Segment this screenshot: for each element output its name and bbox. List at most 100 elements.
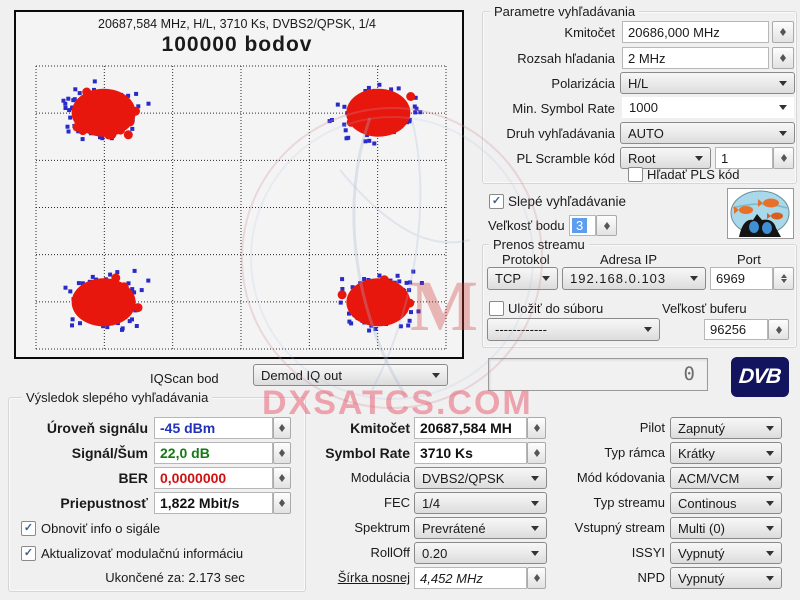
pilot-label: Pilot — [545, 420, 665, 435]
signal-level-spinner[interactable] — [273, 417, 291, 439]
signal-level-field[interactable]: -45 dBm — [154, 417, 273, 439]
ber-spinner[interactable] — [273, 467, 291, 489]
iqscan-select[interactable]: Demod IQ out — [253, 364, 448, 386]
point-size-field[interactable]: 3 — [569, 215, 596, 236]
chevron-down-icon — [766, 426, 774, 435]
chevron-down-icon — [432, 373, 440, 382]
refresh-info-checkbox[interactable] — [21, 521, 36, 536]
chevron-down-icon — [690, 276, 698, 285]
chevron-down-icon — [766, 526, 774, 535]
search-pls-label: Hľadať PLS kód — [647, 167, 740, 182]
chevron-down-icon — [695, 156, 703, 165]
file-select[interactable]: ------------ — [487, 318, 660, 341]
symbol-rate-value: 3710 Ks — [420, 445, 473, 461]
bandwidth-spinner[interactable] — [527, 567, 546, 589]
blind-search-checkbox[interactable] — [489, 194, 504, 209]
throughput-spinner[interactable] — [273, 492, 291, 514]
buffer-size-label: Veľkosť buferu — [662, 301, 747, 316]
fec-label: FEC — [295, 495, 410, 510]
update-modulation-label: Aktualizovať modulačnú informáciu — [41, 546, 243, 561]
port-label: Port — [737, 252, 761, 267]
chevron-down-icon — [766, 501, 774, 510]
chevron-down-icon — [779, 131, 787, 140]
chevron-down-icon — [531, 476, 539, 485]
ip-label: Adresa IP — [600, 252, 657, 267]
freq-spinner[interactable] — [772, 21, 794, 43]
freq-field[interactable]: 20686,000 MHz — [622, 21, 769, 43]
ip-select[interactable]: 192.168.0.103 — [562, 267, 706, 290]
range-label: Rozsah hľadania — [482, 51, 615, 66]
input-stream-value: Multi (0) — [678, 521, 725, 536]
stream-type-value: Continous — [678, 496, 737, 511]
port-field[interactable]: 6969 — [710, 267, 773, 290]
range-spinner[interactable] — [772, 47, 794, 69]
issyi-select[interactable]: Vypnutý — [670, 542, 782, 564]
port-spinner[interactable] — [773, 267, 794, 290]
chevron-down-icon — [766, 551, 774, 560]
search-pls-checkbox[interactable] — [628, 167, 643, 182]
npd-label: NPD — [545, 570, 665, 585]
protocol-select[interactable]: TCP — [487, 267, 558, 290]
range-value: 2 MHz — [628, 51, 666, 66]
npd-value: Vypnutý — [678, 571, 725, 586]
chevron-down-icon — [542, 276, 550, 285]
spectrum-select[interactable]: Prevrátené — [414, 517, 547, 539]
finished-time-text: Ukončené za: 2.173 sec — [70, 570, 280, 585]
polarization-label: Polarizácia — [482, 76, 615, 91]
bandwidth-field[interactable]: 4,452 MHz — [414, 567, 527, 589]
snr-field[interactable]: 22,0 dB — [154, 442, 273, 464]
snr-spinner[interactable] — [273, 442, 291, 464]
fec-select[interactable]: 1/4 — [414, 492, 547, 514]
npd-select[interactable]: Vypnutý — [670, 567, 782, 589]
search-type-label: Druh vyhľadávania — [482, 126, 615, 141]
ber-field[interactable]: 0,0000000 — [154, 467, 273, 489]
constellation-points-count: 100000 bodov — [16, 33, 458, 57]
rolloff-label: RollOff — [295, 545, 410, 560]
range-field[interactable]: 2 MHz — [622, 47, 769, 69]
buffer-size-value: 96256 — [710, 322, 746, 337]
carrier-freq-value: 20687,584 MH — [420, 420, 512, 436]
input-stream-select[interactable]: Multi (0) — [670, 517, 782, 539]
polarization-select[interactable]: H/L — [620, 72, 795, 94]
point-size-spinner[interactable] — [596, 215, 617, 236]
chevron-down-icon — [766, 476, 774, 485]
save-to-file-label: Uložiť do súboru — [508, 301, 603, 316]
fec-value: 1/4 — [422, 496, 440, 511]
point-size-label: Veľkosť bodu — [488, 218, 565, 233]
symbol-rate-spinner[interactable] — [527, 442, 546, 464]
rolloff-select[interactable]: 0.20 — [414, 542, 547, 564]
coding-mode-select[interactable]: ACM/VCM — [670, 467, 782, 489]
throughput-field[interactable]: 1,822 Mbit/s — [154, 492, 273, 514]
min-symbol-rate-select[interactable]: 1000 — [622, 97, 794, 118]
frame-type-select[interactable]: Krátky — [670, 442, 782, 464]
coding-mode-label: Mód kódovania — [545, 470, 665, 485]
signal-level-label: Úroveň signálu — [8, 420, 148, 436]
modulation-select[interactable]: DVBS2/QPSK — [414, 467, 547, 489]
pl-scramble-code-value: 1 — [721, 151, 728, 166]
constellation-header: 20687,584 MHz, H/L, 3710 Ks, DVBS2/QPSK,… — [16, 17, 458, 31]
chevron-down-icon — [531, 501, 539, 510]
results-group-title: Výsledok slepého vyhľadávania — [22, 390, 212, 405]
buffer-size-spinner[interactable] — [768, 319, 789, 340]
stream-type-select[interactable]: Continous — [670, 492, 782, 514]
ip-value: 192.168.0.103 — [570, 271, 666, 286]
ber-value: 0,0000000 — [160, 470, 226, 486]
update-modulation-checkbox[interactable] — [21, 546, 36, 561]
pl-scramble-code-field[interactable]: 1 — [715, 147, 773, 169]
save-to-file-checkbox[interactable] — [489, 301, 504, 316]
pilot-select[interactable]: Zapnutý — [670, 417, 782, 439]
search-type-select[interactable]: AUTO — [620, 122, 795, 144]
chevron-down-icon — [531, 526, 539, 535]
dvb-logo: DVB — [731, 357, 789, 397]
carrier-freq-field[interactable]: 20687,584 MH — [414, 417, 527, 439]
pl-scramble-mode-select[interactable]: Root — [620, 147, 711, 169]
spectrum-label: Spektrum — [295, 520, 410, 535]
symbol-rate-field[interactable]: 3710 Ks — [414, 442, 527, 464]
issyi-label: ISSYI — [545, 545, 665, 560]
frame-type-label: Typ rámca — [545, 445, 665, 460]
carrier-freq-spinner[interactable] — [527, 417, 546, 439]
throughput-value: 1,822 Mbit/s — [160, 495, 239, 511]
cat-fishbowl-icon — [729, 190, 792, 237]
pl-scramble-code-spinner[interactable] — [773, 147, 794, 169]
buffer-size-field[interactable]: 96256 — [704, 319, 768, 340]
